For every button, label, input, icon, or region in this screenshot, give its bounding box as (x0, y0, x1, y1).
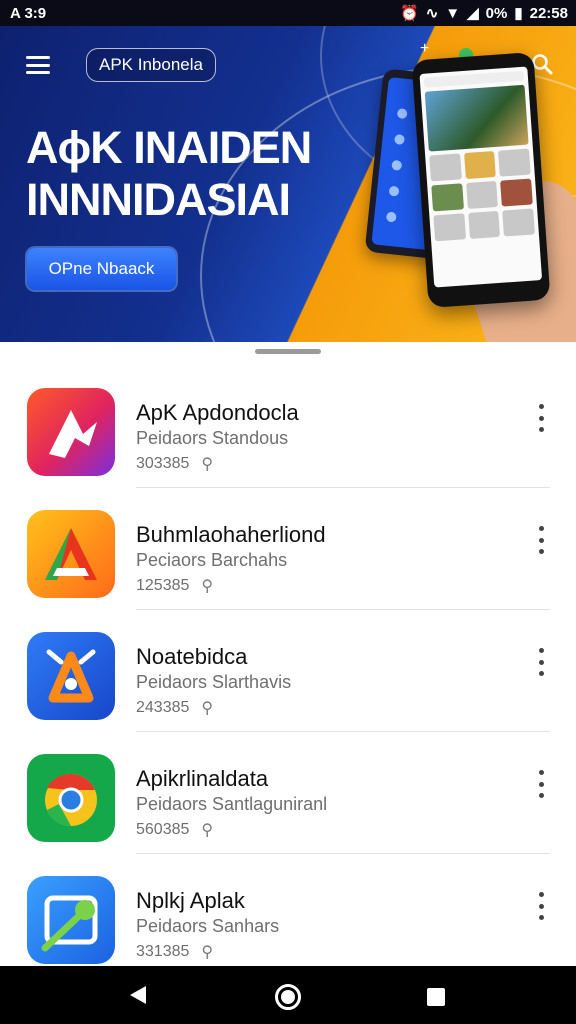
wifi-icon: ▼ (445, 4, 461, 22)
battery-percent: 0% (485, 4, 508, 22)
navigation-bar (0, 966, 576, 1024)
home-icon[interactable] (275, 984, 301, 1010)
status-bar: A 3:9 ⏰ ∿ ▼ ◢ 0% ▮ 22:58 (0, 0, 576, 26)
banner-title-line-1: AɸK INAIDEN (26, 122, 312, 173)
app-downloads: 125385 (136, 577, 190, 594)
pin-icon: ⚲ (201, 822, 214, 839)
app-name: ApK Apdondocla (136, 400, 299, 425)
more-options-icon[interactable] (532, 404, 550, 432)
app-icon-green-chrome (27, 754, 115, 842)
status-time: 22:58 (529, 4, 568, 22)
battery-icon: ▮ (514, 4, 523, 22)
app-meta: 560385 ⚲ (136, 820, 213, 840)
more-options-icon[interactable] (532, 770, 550, 798)
list-item[interactable]: ApK Apdondocla Peidaors Standous 303385 … (0, 366, 576, 488)
more-options-icon[interactable] (532, 526, 550, 554)
app-developer: Peidaors Santlaguniranl (136, 794, 328, 814)
app-name: Apikrlinaldata (136, 766, 269, 791)
hero-banner: APK Inbonela AɸK INAIDEN INNNIDASIAI OPn… (0, 26, 576, 342)
hamburger-menu-icon[interactable] (26, 56, 50, 74)
list-item[interactable]: Apikrlinaldata Peidaors Santlaguniranl 5… (0, 732, 576, 854)
list-item[interactable]: Buhmlaohaherliond Peciaors Barchahs 1253… (0, 488, 576, 610)
app-meta: 303385 ⚲ (136, 454, 213, 474)
app-icon-red-purple (27, 388, 115, 476)
signal-icon: ◢ (467, 4, 479, 22)
site-name-chip[interactable]: APK Inbonela (86, 48, 216, 82)
app-downloads: 331385 (136, 943, 190, 960)
app-name: Noatebidca (136, 644, 248, 669)
more-options-icon[interactable] (532, 892, 550, 920)
open-button[interactable]: OPne Nbaack (27, 248, 176, 290)
app-icon-blue-android (27, 876, 115, 964)
app-icon-orange-triangle (27, 510, 115, 598)
alarm-icon: ⏰ (400, 4, 419, 22)
pin-icon: ⚲ (201, 578, 214, 595)
app-icon-blue-orange (27, 632, 115, 720)
pin-icon: ⚲ (201, 456, 214, 473)
app-developer: Peciaors Barchahs (136, 550, 288, 570)
app-meta: 243385 ⚲ (136, 698, 213, 718)
app-developer: Peidaors Slarthavis (136, 672, 292, 692)
status-left-text: A 3:9 (10, 4, 47, 22)
list-item[interactable]: Nplkj Aplak Peidaors Sanhars 331385 ⚲ (0, 854, 576, 976)
app-name: Buhmlaohaherliond (136, 522, 326, 547)
more-options-icon[interactable] (532, 648, 550, 676)
pin-icon: ⚲ (201, 944, 214, 961)
status-icons: ⏰ ∿ ▼ ◢ 0% ▮ 22:58 (400, 5, 568, 22)
drag-handle[interactable] (255, 349, 321, 354)
vibrate-icon: ∿ (425, 4, 439, 22)
phone-illustration-front (411, 52, 551, 308)
app-meta: 125385 ⚲ (136, 576, 213, 596)
app-name: Nplkj Aplak (136, 888, 245, 913)
banner-title: AɸK INAIDEN INNNIDASIAI (26, 122, 366, 226)
back-icon[interactable] (130, 986, 146, 1004)
list-item[interactable]: Noatebidca Peidaors Slarthavis 243385 ⚲ (0, 610, 576, 732)
app-downloads: 303385 (136, 455, 190, 472)
app-developer: Peidaors Sanhars (136, 916, 280, 936)
banner-title-line-2: INNNIDASIAI (26, 174, 291, 225)
plus-decoration-icon: + (420, 40, 430, 57)
pin-icon: ⚲ (201, 700, 214, 717)
app-developer: Peidaors Standous (136, 428, 289, 448)
app-meta: 331385 ⚲ (136, 942, 213, 962)
app-downloads: 243385 (136, 699, 190, 716)
recents-icon[interactable] (427, 988, 445, 1006)
app-downloads: 560385 (136, 821, 190, 838)
